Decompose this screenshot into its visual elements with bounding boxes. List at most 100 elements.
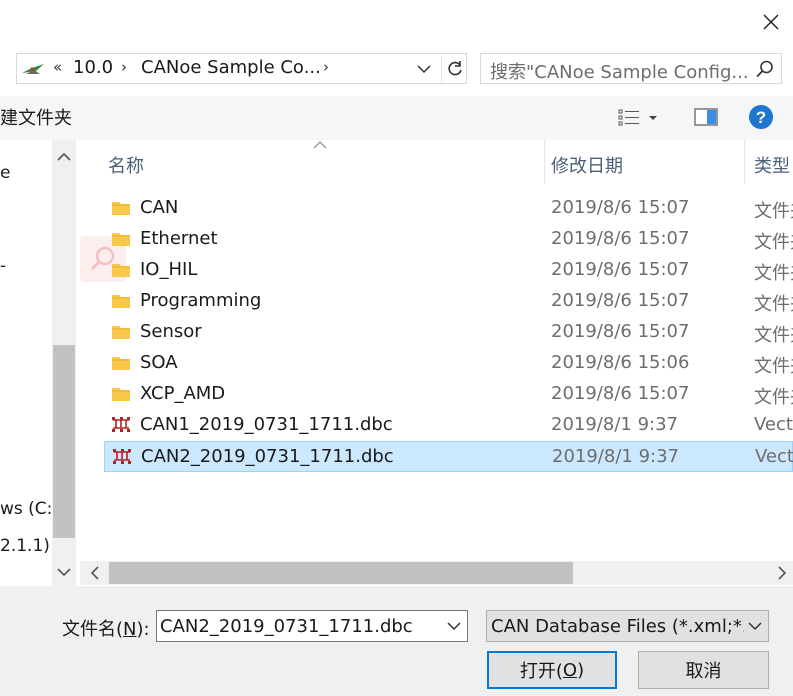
breadcrumb-separator-icon[interactable]: ›	[121, 58, 127, 76]
refresh-icon	[447, 61, 462, 76]
path-overflow-icon[interactable]: «	[53, 58, 62, 76]
folder-row[interactable]: Ethernet 2019/8/6 15:07 文件夹	[104, 224, 793, 255]
folder-icon	[112, 326, 130, 339]
chevron-down-icon	[447, 622, 461, 631]
open-button[interactable]: 打开(O)	[487, 651, 617, 689]
dbc-file-icon	[113, 449, 131, 464]
chevron-left-icon	[90, 566, 99, 580]
file-date: 2019/8/6 15:06	[551, 352, 690, 373]
filename-label-suffix: ):	[136, 619, 150, 640]
file-date: 2019/8/6 15:07	[551, 259, 690, 280]
file-type: Vect	[755, 446, 793, 467]
folder-icon	[112, 264, 130, 277]
new-folder-button[interactable]: 建文件夹	[0, 104, 72, 130]
folder-row[interactable]: Sensor 2019/8/6 15:07 文件夹	[104, 317, 793, 348]
file-date: 2019/8/1 9:37	[552, 446, 679, 467]
file-date: 2019/8/1 9:37	[551, 414, 678, 435]
folder-row[interactable]: CAN 2019/8/6 15:07 文件夹	[104, 193, 793, 224]
file-type-select[interactable]: CAN Database Files (*.xml;*.a	[486, 610, 769, 642]
file-type: 文件夹	[754, 201, 793, 222]
column-divider[interactable]	[544, 140, 545, 184]
file-type: 文件夹	[754, 232, 793, 253]
search-icon[interactable]	[755, 59, 775, 79]
folder-row[interactable]: IO_HIL 2019/8/6 15:07 文件夹	[104, 255, 793, 286]
file-name: Ethernet	[140, 228, 218, 249]
address-bar[interactable]: « 10.0 › CANoe Sample Co... ›	[16, 53, 467, 84]
close-icon	[763, 14, 779, 30]
file-date: 2019/8/6 15:07	[551, 290, 690, 311]
file-row[interactable]: CAN2_2019_0731_1711.dbc 2019/8/1 9:37 Vect	[104, 441, 793, 472]
nav-scroll-thumb[interactable]	[53, 345, 75, 538]
chevron-down-icon	[57, 568, 71, 577]
search-placeholder: 搜索"CANoe Sample Config...	[490, 62, 749, 83]
horizontal-scroll-thumb[interactable]	[109, 562, 573, 584]
view-options-button[interactable]	[618, 106, 668, 130]
nav-item[interactable]: -	[0, 256, 6, 276]
breadcrumb-segment-canoe-sample[interactable]: CANoe Sample Co...	[141, 57, 321, 78]
file-date: 2019/8/6 15:07	[551, 197, 690, 218]
sort-ascending-icon	[313, 141, 327, 149]
filename-label: 文件名(N):	[62, 615, 150, 641]
file-name: XCP_AMD	[140, 383, 226, 404]
folder-icon	[112, 233, 130, 246]
folder-row[interactable]: XCP_AMD 2019/8/6 15:07 文件夹	[104, 379, 793, 410]
folder-row[interactable]: SOA 2019/8/6 15:06 文件夹	[104, 348, 793, 379]
column-header-name[interactable]: 名称	[108, 152, 144, 178]
file-type: Vect	[754, 414, 793, 435]
search-input[interactable]: 搜索"CANoe Sample Config...	[480, 53, 782, 84]
file-date: 2019/8/6 15:07	[551, 228, 690, 249]
filename-field[interactable]: CAN2_2019_0731_1711.dbc	[156, 610, 468, 642]
preview-pane-icon[interactable]	[694, 107, 718, 127]
file-type: 文件夹	[754, 325, 793, 346]
nav-scroll-up-button[interactable]	[52, 145, 76, 169]
file-name: Sensor	[140, 321, 202, 342]
refresh-button[interactable]	[441, 55, 467, 83]
file-name: CAN1_2019_0731_1711.dbc	[140, 414, 393, 435]
filename-value[interactable]: CAN2_2019_0731_1711.dbc	[160, 616, 413, 637]
column-divider[interactable]	[744, 140, 745, 184]
file-date: 2019/8/6 15:07	[551, 321, 690, 342]
dbc-file-icon	[112, 417, 130, 432]
folder-icon	[112, 202, 130, 215]
chevron-down-icon	[748, 622, 762, 631]
nav-scroll-down-button[interactable]	[52, 560, 76, 584]
folder-row[interactable]: Programming 2019/8/6 15:07 文件夹	[104, 286, 793, 317]
breadcrumb-separator-icon[interactable]: ›	[323, 58, 329, 76]
filename-label-accesskey: N	[123, 619, 137, 640]
file-type: 文件夹	[754, 263, 793, 284]
nav-item-local-disk-c[interactable]: ws (C:)	[0, 499, 59, 519]
column-header-type[interactable]: 类型	[754, 152, 790, 178]
file-type: 文件夹	[754, 387, 793, 408]
address-history-dropdown[interactable]	[413, 57, 435, 81]
file-type-value[interactable]: CAN Database Files (*.xml;*.a	[491, 616, 759, 637]
open-label: 打开(	[519, 661, 563, 682]
file-type: 文件夹	[754, 356, 793, 377]
chevron-right-icon	[778, 566, 787, 580]
file-type-dropdown[interactable]	[744, 615, 766, 637]
details-view-icon	[618, 109, 639, 126]
scroll-right-button[interactable]	[771, 562, 793, 584]
filename-history-dropdown[interactable]	[443, 615, 465, 637]
file-date: 2019/8/6 15:07	[551, 383, 690, 404]
file-name: SOA	[140, 352, 178, 373]
file-name: CAN	[140, 197, 179, 218]
close-button[interactable]	[756, 8, 786, 36]
caret-down-icon	[649, 116, 657, 120]
open-accesskey: O	[562, 659, 578, 681]
filename-label-text: 文件名(	[62, 619, 124, 640]
chevron-up-icon	[57, 152, 71, 161]
file-row[interactable]: CAN1_2019_0731_1711.dbc 2019/8/1 9:37 Vect	[104, 410, 793, 441]
svg-text:?: ?	[756, 108, 766, 127]
column-header-date-modified[interactable]: 修改日期	[551, 152, 623, 178]
file-type: 文件夹	[754, 294, 793, 315]
canoe-app-icon	[22, 64, 44, 74]
command-toolbar: 建文件夹 ?	[0, 96, 793, 140]
folder-icon	[112, 388, 130, 401]
scroll-left-button[interactable]	[84, 562, 106, 584]
file-name: IO_HIL	[140, 259, 198, 280]
folder-icon	[112, 357, 130, 370]
help-icon[interactable]: ?	[748, 104, 774, 130]
nav-item[interactable]: e	[0, 163, 10, 183]
cancel-button[interactable]: 取消	[638, 651, 769, 689]
breadcrumb-segment-10[interactable]: 10.0	[73, 57, 113, 78]
